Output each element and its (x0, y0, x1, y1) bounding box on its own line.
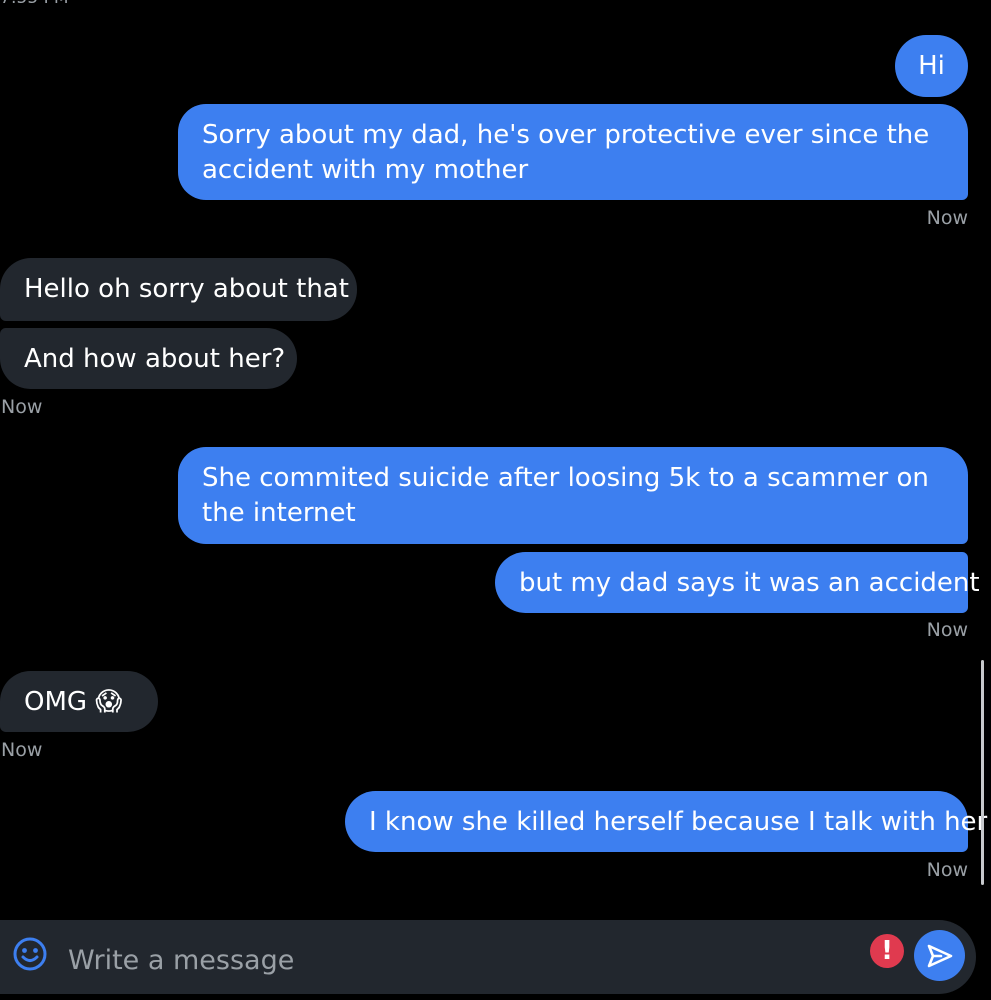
message-bubble-outgoing[interactable]: Hi (895, 35, 968, 97)
message-timestamp: Now (926, 859, 968, 881)
message-bubble-outgoing[interactable]: but my dad says it was an accident (495, 552, 980, 613)
message-bubble-incoming[interactable]: Hello oh sorry about that (0, 258, 357, 321)
message-timestamp: Now (1, 739, 43, 761)
chat-window: 7:55 PM Hi Sorry about my dad, he's over… (0, 0, 991, 1000)
message-timestamp: Now (926, 619, 968, 641)
smiley-face-icon[interactable] (12, 936, 48, 972)
scrollbar-thumb[interactable] (981, 660, 984, 885)
message-input[interactable] (68, 938, 848, 982)
message-bubble-incoming[interactable]: And how about her? (0, 328, 297, 389)
message-bubble-outgoing[interactable]: I know she killed herself because I talk… (345, 791, 987, 852)
message-timestamp: Now (926, 207, 968, 229)
conversation-start-timestamp: 7:55 PM (0, 0, 69, 8)
message-bubble-incoming[interactable]: OMG 😱 (0, 671, 158, 732)
message-bubble-outgoing[interactable]: Sorry about my dad, he's over protective… (178, 104, 968, 200)
exclamation-icon[interactable]: ! (870, 934, 904, 968)
send-arrow-icon (927, 944, 953, 968)
message-bubble-outgoing[interactable]: She commited suicide after loosing 5k to… (178, 447, 968, 544)
send-button[interactable] (914, 930, 965, 981)
message-timestamp: Now (1, 396, 43, 418)
